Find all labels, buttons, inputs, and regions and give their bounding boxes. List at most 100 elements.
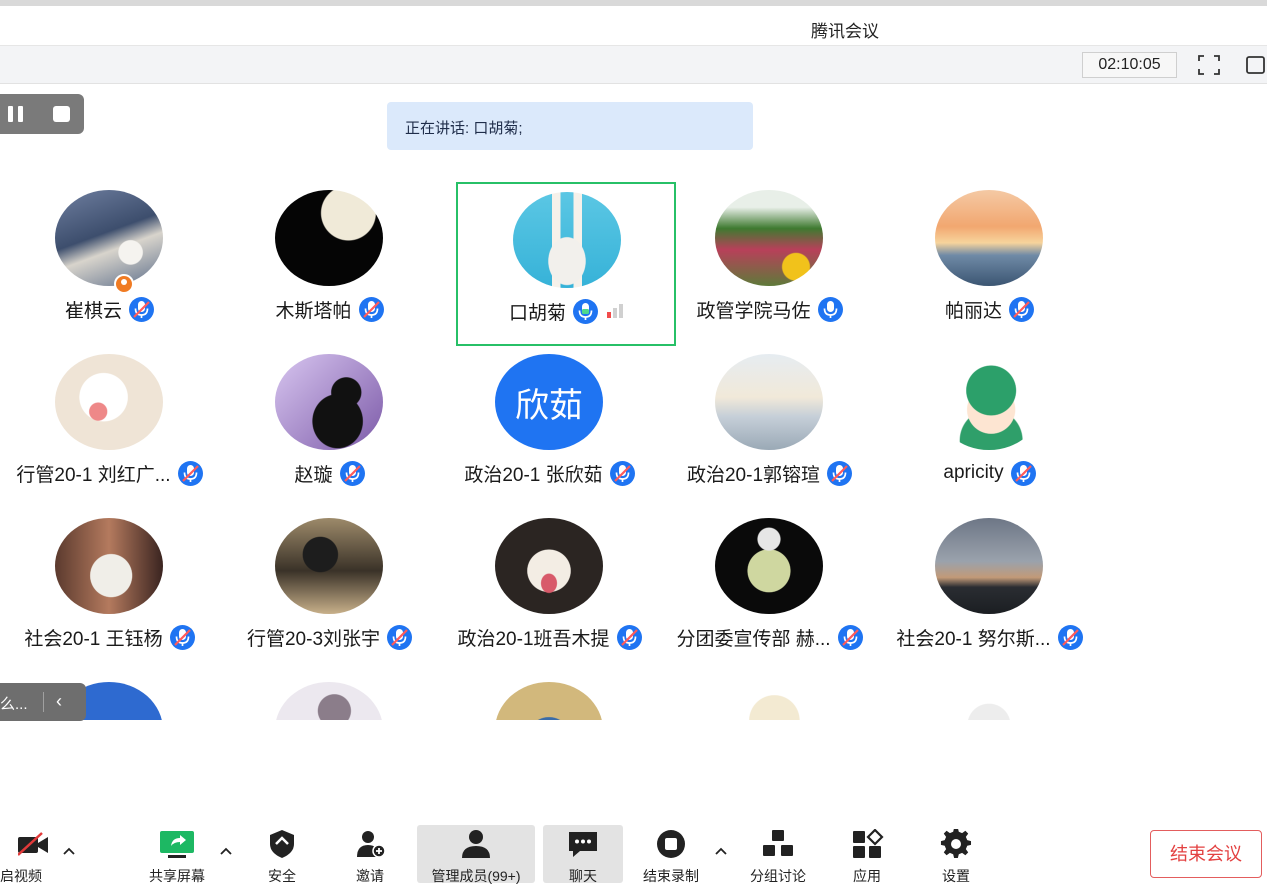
chat-button[interactable]: 聊天	[543, 825, 623, 884]
participant-tile[interactable]: 口胡菊	[456, 182, 676, 346]
end-recording-button[interactable]: 结束录制	[638, 825, 704, 884]
video-caret-icon[interactable]	[61, 844, 77, 858]
host-badge-icon	[114, 274, 134, 294]
divider	[43, 692, 44, 712]
layout-icon[interactable]	[1244, 53, 1266, 77]
fullscreen-icon[interactable]	[1196, 53, 1222, 77]
sidebar-collapse-tab[interactable]: 么... ‹	[0, 683, 86, 721]
chevron-left-icon[interactable]: ‹	[56, 691, 62, 712]
participant-tile[interactable]: 社会20-1 王钰杨	[0, 510, 220, 674]
settings-button[interactable]: 设置	[926, 825, 986, 884]
participant-tile[interactable]: 行管20-1 刘红广...	[0, 346, 220, 510]
participant-name: apricity	[943, 462, 1004, 483]
participant-tile[interactable]: 分团委宣传部 赫...	[660, 510, 880, 674]
participant-tile[interactable]	[880, 674, 1100, 720]
members-icon	[462, 830, 490, 858]
invite-button[interactable]: 邀请	[340, 825, 400, 884]
mic-muted-icon	[358, 296, 385, 323]
record-stop-icon	[657, 830, 685, 858]
avatar	[715, 354, 823, 450]
mic-muted-icon	[177, 460, 204, 487]
participant-tile[interactable]: 行管20-3刘张宇	[220, 510, 440, 674]
participant-tile[interactable]	[440, 674, 660, 720]
add-user-icon	[357, 831, 386, 858]
mic-muted-icon	[128, 296, 155, 323]
security-button[interactable]: 安全	[252, 825, 312, 884]
mic-muted-icon	[1008, 296, 1035, 323]
avatar	[275, 682, 383, 720]
participant-tile[interactable]: 政治20-1班吾木提	[440, 510, 660, 674]
participant-name: 崔棋云	[64, 300, 122, 322]
avatar: 欣茹	[495, 354, 603, 450]
avatar	[935, 682, 1043, 720]
recording-controls	[0, 94, 84, 134]
participant-name: 赵璇	[294, 464, 333, 486]
avatar	[495, 518, 603, 614]
video-button[interactable]: 启视频	[0, 825, 60, 884]
avatar	[55, 190, 163, 286]
speaking-indicator: 正在讲话: 口胡菊;	[387, 102, 753, 150]
participant-tile[interactable]: apricity	[880, 346, 1100, 510]
stop-icon[interactable]	[53, 106, 70, 122]
avatar	[935, 354, 1043, 450]
title-bar: 腾讯会议	[0, 6, 1267, 46]
end-meeting-button[interactable]: 结束会议	[1150, 830, 1262, 878]
participant-name: 行管20-3刘张宇	[246, 628, 381, 650]
pause-icon[interactable]	[8, 106, 24, 122]
end-recording-label: 结束录制	[643, 868, 699, 884]
participant-name: 帕丽达	[944, 300, 1002, 322]
breakout-button[interactable]: 分组讨论	[745, 825, 811, 884]
share-screen-icon	[160, 831, 194, 858]
participant-name-row: 口胡菊	[458, 298, 678, 324]
mic-muted-icon	[386, 624, 413, 651]
participant-name-row: 帕丽达	[880, 296, 1100, 322]
apps-button[interactable]: 应用	[838, 825, 896, 884]
participant-tile[interactable]: 帕丽达	[880, 182, 1100, 346]
manage-members-label: 管理成员(99+)	[431, 868, 521, 884]
participant-name-row: 政治20-1郭镕瑄	[660, 460, 880, 486]
gear-icon	[940, 829, 972, 859]
avatar	[55, 518, 163, 614]
participant-grid: 崔棋云 木斯塔帕 口胡菊 政管学院马佐 帕丽达 行管20-1 刘红广... 赵璇 欣茹 政治20…	[0, 180, 1267, 720]
avatar	[495, 682, 603, 720]
avatar	[715, 190, 823, 286]
manage-members-button[interactable]: 管理成员(99+)	[417, 825, 535, 884]
participant-tile[interactable]: 木斯塔帕	[220, 182, 440, 346]
participant-tile[interactable]: 欣茹 政治20-1 张欣茹	[440, 346, 660, 510]
mic-muted-icon	[169, 624, 196, 651]
participant-name-row: 社会20-1 努尔斯...	[880, 624, 1100, 650]
participant-name-row: 崔棋云	[0, 296, 220, 322]
breakout-icon	[763, 830, 793, 856]
participant-name-row: 政管学院马佐	[660, 296, 880, 322]
security-label: 安全	[268, 868, 296, 884]
share-screen-button[interactable]: 共享屏幕	[140, 825, 214, 884]
mic-muted-icon	[609, 460, 636, 487]
participant-name-row: 行管20-1 刘红广...	[0, 460, 220, 486]
participant-tile[interactable]: 政治20-1郭镕瑄	[660, 346, 880, 510]
participant-name: 政治20-1班吾木提	[457, 628, 610, 650]
mic-muted-icon	[339, 460, 366, 487]
avatar	[275, 354, 383, 450]
participant-name-row: 赵璇	[220, 460, 440, 486]
record-caret-icon[interactable]	[713, 844, 729, 858]
participant-name: 行管20-1 刘红广...	[16, 464, 171, 486]
participant-tile[interactable]	[220, 674, 440, 720]
participant-name-row: 行管20-3刘张宇	[220, 624, 440, 650]
participant-name: 口胡菊	[508, 302, 566, 324]
participant-name-row: 政治20-1班吾木提	[440, 624, 660, 650]
participant-name: 社会20-1 王钰杨	[24, 628, 163, 650]
participant-name: 政治20-1郭镕瑄	[686, 464, 821, 486]
participant-tile[interactable]: 崔棋云	[0, 182, 220, 346]
mic-muted-icon	[826, 460, 853, 487]
participant-tile[interactable]: 政管学院马佐	[660, 182, 880, 346]
shield-icon	[270, 830, 294, 858]
meeting-timer: 02:10:05	[1082, 52, 1177, 78]
participant-tile[interactable]	[660, 674, 880, 720]
participant-tile[interactable]: 赵璇	[220, 346, 440, 510]
app-title: 腾讯会议	[811, 22, 879, 41]
invite-label: 邀请	[356, 868, 384, 884]
share-caret-icon[interactable]	[218, 844, 234, 858]
meeting-info-bar: 02:10:05	[0, 46, 1267, 84]
participant-tile[interactable]: 社会20-1 努尔斯...	[880, 510, 1100, 674]
avatar	[935, 190, 1043, 286]
